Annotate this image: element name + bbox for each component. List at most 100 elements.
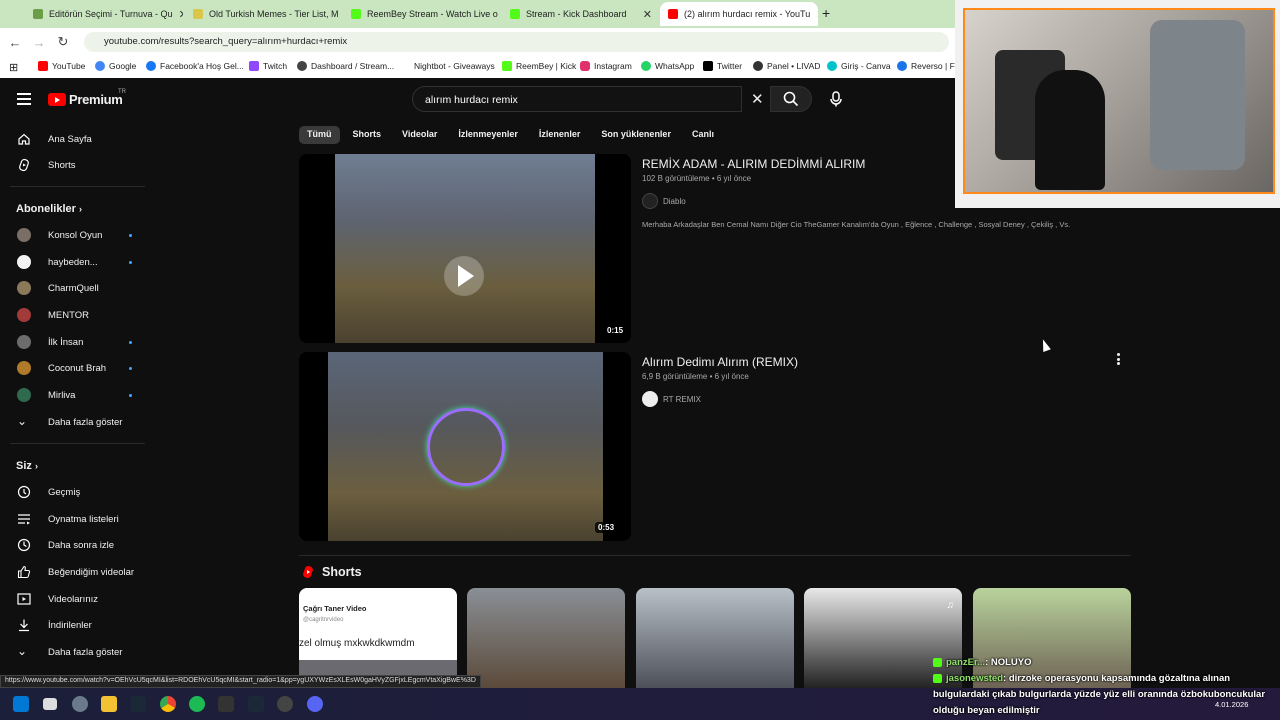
sidebar-item-downloads[interactable]: İndirilenler (0, 612, 150, 638)
settings-gear-icon[interactable] (72, 696, 88, 712)
bookmark-reverso[interactable]: Reverso | Fre (897, 61, 962, 71)
channel-link[interactable]: Diablo (642, 193, 686, 209)
play-icon (444, 256, 484, 296)
chip-videos[interactable]: Videolar (394, 126, 445, 144)
obs-icon[interactable] (277, 696, 293, 712)
subscription-item[interactable]: CharmQuell (0, 275, 150, 301)
video-thumbnail[interactable]: 0:15 (299, 154, 631, 343)
task-view-icon[interactable] (43, 698, 57, 710)
chip-all[interactable]: Tümü (299, 126, 340, 144)
chip-watched[interactable]: İzlenenler (531, 126, 589, 144)
you-header[interactable]: Siz › (16, 460, 38, 472)
close-icon[interactable]: ✕ (810, 8, 818, 21)
bookmark-google[interactable]: Google (95, 61, 136, 71)
sidebar-item-liked[interactable]: Beğendiğim videolar (0, 559, 150, 585)
reload-icon[interactable]: ↻ (51, 34, 75, 50)
youtube-icon (38, 61, 48, 71)
sidebar-item-watch-later[interactable]: Daha sonra izle (0, 532, 150, 558)
url-field[interactable]: youtube.com/results?search_query=alırım+… (84, 32, 949, 52)
duration-badge: 0:53 (595, 522, 618, 533)
youtube-premium-logo[interactable]: Premium TR (48, 89, 126, 107)
sidebar-item-home[interactable]: Ana Sayfa (0, 126, 150, 152)
gaming-chair (1150, 20, 1245, 170)
steam-icon[interactable] (248, 696, 264, 712)
browser-tab-active[interactable]: (2) alırım hurdacı remix - YouTu✕ (660, 2, 818, 26)
search-input[interactable]: alırım hurdacı remix (412, 86, 742, 112)
hamburger-menu-icon[interactable] (17, 93, 31, 105)
like-icon (17, 565, 31, 579)
bookmark-instagram[interactable]: Instagram (580, 61, 632, 71)
bookmarks-bar: ⊞ YouTube Google Facebook'a Hoş Gel... T… (0, 56, 962, 78)
browser-tab[interactable]: ReemBey Stream - Watch Live o✕ (343, 2, 501, 26)
apps-grid-icon[interactable]: ⊞ (9, 61, 18, 74)
short-channel-handle: @cagritnrvideo (303, 617, 344, 623)
bookmark-whatsapp[interactable]: WhatsApp (641, 61, 694, 71)
chip-unwatched[interactable]: İzlenmeyenler (450, 126, 526, 144)
close-icon[interactable]: ✕ (173, 8, 183, 21)
short-card[interactable]: Çağrı Taner Video @cagritnrvideo zel olm… (299, 588, 457, 688)
chrome-icon[interactable] (160, 696, 176, 712)
discord-icon[interactable] (307, 696, 323, 712)
video-title[interactable]: REMİX ADAM - ALIRIM DEDİMMİ ALIRIM (642, 157, 865, 171)
bookmark-dashboard[interactable]: Dashboard / Stream... (297, 61, 394, 71)
sidebar-label: Konsol Oyun (48, 229, 103, 241)
bookmark-facebook[interactable]: Facebook'a Hoş Gel... (146, 61, 244, 71)
chat-message: panzEr...: NOLUYO (933, 655, 1278, 671)
channel-avatar (642, 193, 658, 209)
bookmark-livad[interactable]: Panel • LIVAD (753, 61, 820, 71)
chip-live[interactable]: Canlı (684, 126, 722, 144)
bookmark-canva[interactable]: Giriş - Canva (827, 61, 891, 71)
chip-recent[interactable]: Son yüklenenler (593, 126, 679, 144)
clear-search-icon[interactable]: ✕ (751, 90, 764, 108)
subscription-item[interactable]: Konsol Oyun (0, 222, 150, 248)
thumbnail-image (335, 154, 595, 343)
bookmark-kick[interactable]: ReemBey | Kick (502, 61, 576, 71)
livad-icon (753, 61, 763, 71)
chevron-right-icon: › (78, 204, 82, 214)
video-thumbnail[interactable]: 0:53 (299, 352, 631, 541)
chip-shorts[interactable]: Shorts (345, 126, 390, 144)
short-card[interactable] (467, 588, 625, 688)
spotify-icon[interactable] (189, 696, 205, 712)
youtube-logo-icon (48, 93, 66, 106)
sidebar-item-playlists[interactable]: Oynatma listeleri (0, 506, 150, 532)
tab-title: Old Turkish Memes - Tier List, M (209, 9, 339, 19)
channel-link[interactable]: RT REMIX (642, 391, 701, 407)
video-title[interactable]: Alırım Dedimı Alırım (REMIX) (642, 355, 798, 369)
close-icon[interactable]: ✕ (498, 8, 501, 21)
show-more-button[interactable]: ⌄ Daha fazla göster (0, 639, 150, 665)
sidebar-label: İlk İnsan (48, 336, 84, 348)
more-options-icon[interactable] (1117, 353, 1120, 367)
file-explorer-icon[interactable] (101, 696, 117, 712)
filter-chips: Tümü Shorts Videolar İzlenmeyenler İzlen… (299, 126, 727, 144)
search-button[interactable] (770, 86, 812, 112)
tab-favicon-icon (510, 9, 520, 19)
subscriptions-header[interactable]: Abonelikler › (16, 203, 82, 215)
sidebar-item-your-videos[interactable]: Videolarınız (0, 586, 150, 612)
steam-icon[interactable] (130, 696, 146, 712)
forward-arrow-icon[interactable]: → (27, 35, 51, 50)
microphone-icon[interactable] (827, 90, 845, 108)
windows-start-icon[interactable] (13, 696, 29, 712)
new-tab-button[interactable]: + (822, 5, 830, 21)
bookmark-nightbot[interactable]: Nightbot - Giveaways (414, 61, 495, 71)
subscription-item[interactable]: Mirliva (0, 382, 150, 408)
show-more-button[interactable]: ⌄ Daha fazla göster (0, 409, 150, 435)
browser-tab[interactable]: Editörün Seçimi - Turnuva - Qu✕ (25, 2, 183, 26)
short-card[interactable] (636, 588, 794, 688)
subscription-item[interactable]: haybeden... (0, 249, 150, 275)
browser-tab[interactable]: Stream - Kick Dashboard ✕ (502, 2, 660, 26)
browser-tab[interactable]: Old Turkish Memes - Tier List, M✕ (185, 2, 343, 26)
back-arrow-icon[interactable]: ← (3, 35, 27, 50)
sidebar-item-history[interactable]: Geçmiş (0, 479, 150, 505)
close-icon[interactable]: ✕ (637, 8, 652, 21)
live-dot (129, 260, 132, 264)
bookmark-twitch[interactable]: Twitch (249, 61, 287, 71)
sidebar-item-shorts[interactable]: Shorts (0, 152, 150, 178)
bookmark-twitter[interactable]: Twitter (703, 61, 742, 71)
subscription-item[interactable]: Coconut Brah (0, 355, 150, 381)
subscription-item[interactable]: MENTOR (0, 302, 150, 328)
xbox-icon[interactable] (218, 696, 234, 712)
bookmark-youtube[interactable]: YouTube (38, 61, 85, 71)
subscription-item[interactable]: İlk İnsan (0, 329, 150, 355)
